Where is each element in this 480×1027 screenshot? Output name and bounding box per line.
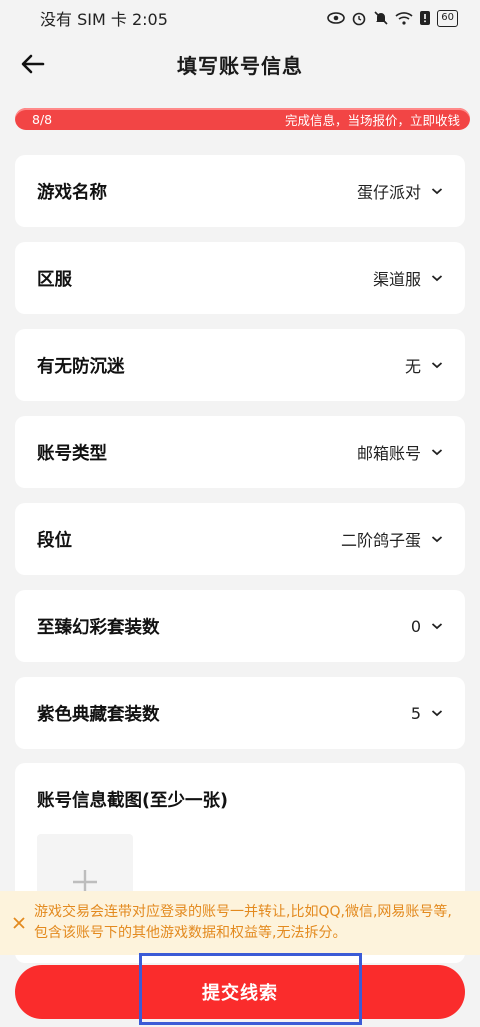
field-anti-addiction[interactable]: 有无防沉迷 无	[15, 329, 465, 401]
page-title: 填写账号信息	[177, 53, 303, 78]
alert-icon	[420, 11, 431, 25]
back-button[interactable]	[16, 48, 50, 80]
chevron-down-icon	[431, 362, 443, 369]
field-value: 渠道服	[372, 270, 421, 289]
close-icon	[13, 917, 25, 929]
field-label: 游戏名称	[37, 182, 107, 203]
chevron-down-icon	[431, 710, 443, 717]
chevron-down-icon	[431, 275, 443, 282]
field-purple-sets[interactable]: 紫色典藏套装数 5	[15, 677, 465, 749]
eye-icon	[327, 12, 346, 24]
field-account-type[interactable]: 账号类型 邮箱账号	[15, 416, 465, 488]
chevron-down-icon	[431, 188, 443, 195]
field-server[interactable]: 区服 渠道服	[15, 242, 465, 314]
chevron-down-icon	[431, 536, 443, 543]
field-label: 有无防沉迷	[37, 356, 125, 377]
mute-bell-icon	[374, 11, 388, 25]
field-label: 账号类型	[37, 443, 107, 464]
field-game-name[interactable]: 游戏名称 蛋仔派对	[15, 155, 465, 227]
chevron-down-icon	[431, 449, 443, 456]
field-rainbow-sets[interactable]: 至臻幻彩套装数 0	[15, 590, 465, 662]
status-icons: 60	[327, 9, 458, 27]
field-label: 段位	[37, 530, 72, 551]
field-label: 紫色典藏套装数	[37, 704, 160, 725]
status-bar: 没有 SIM 卡 2:05 60	[0, 0, 480, 36]
back-arrow-icon	[21, 54, 45, 74]
field-value: 邮箱账号	[356, 444, 421, 463]
upload-label: 账号信息截图(至少一张)	[37, 791, 228, 811]
submit-button[interactable]: 提交线索	[15, 965, 465, 1019]
notice-banner: 游戏交易会连带对应登录的账号一并转让,比如QQ,微信,网易账号等,包含该账号下的…	[0, 891, 480, 955]
progress-step: 8/8	[32, 111, 53, 127]
alarm-icon	[352, 12, 366, 26]
chevron-down-icon	[431, 623, 443, 630]
field-rank[interactable]: 段位 二阶鸽子蛋	[15, 503, 465, 575]
field-value: 无	[404, 357, 421, 376]
battery-icon: 60	[437, 9, 458, 27]
field-value: 二阶鸽子蛋	[340, 531, 421, 550]
field-label: 区服	[37, 269, 72, 290]
field-label: 至臻幻彩套装数	[37, 617, 160, 638]
wifi-icon	[395, 12, 413, 25]
field-value: 0	[410, 616, 421, 636]
notice-close-button[interactable]	[12, 911, 26, 935]
progress-bar: 8/8 完成信息，当场报价，立即收钱	[15, 108, 470, 130]
carrier-time: 没有 SIM 卡 2:05	[40, 10, 168, 29]
nav-bar: 填写账号信息	[0, 36, 480, 92]
progress-hint: 完成信息，当场报价，立即收钱	[284, 112, 460, 128]
field-value: 5	[410, 703, 421, 723]
notice-text: 游戏交易会连带对应登录的账号一并转让,比如QQ,微信,网易账号等,包含该账号下的…	[34, 904, 452, 941]
field-value: 蛋仔派对	[356, 183, 421, 202]
